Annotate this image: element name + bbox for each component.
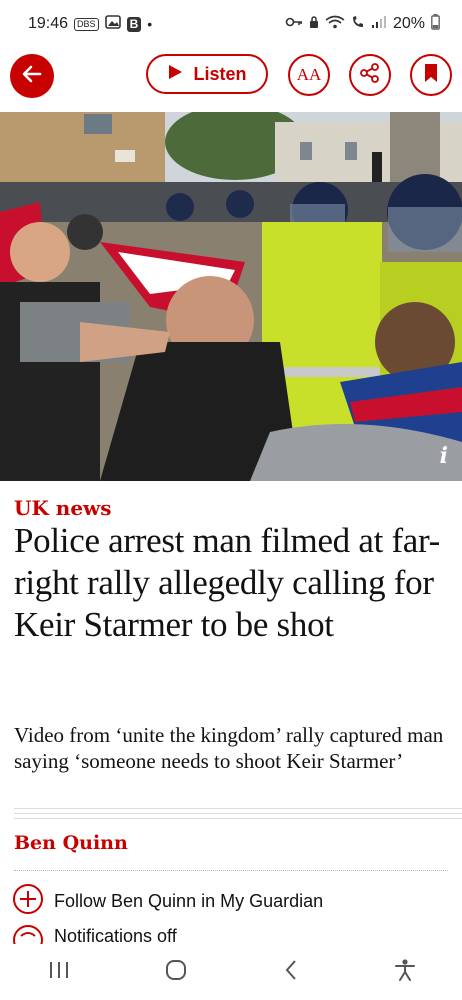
- call-icon: [351, 15, 365, 34]
- author-byline[interactable]: Ben Quinn: [14, 832, 128, 854]
- section-label[interactable]: UK news: [14, 496, 112, 520]
- divider: [14, 808, 462, 809]
- article-standfirst: Video from ‘unite the kingdom’ rally cap…: [14, 723, 444, 773]
- text-size-button[interactable]: AA: [288, 54, 330, 96]
- divider: [14, 818, 462, 819]
- share-button[interactable]: [349, 54, 391, 96]
- status-bar: 19:46 DBS B • 20%: [0, 0, 462, 48]
- accessibility-icon[interactable]: [394, 958, 416, 987]
- app-notification-icon: DBS: [74, 17, 99, 31]
- recent-apps-icon[interactable]: [47, 959, 71, 986]
- hero-image[interactable]: i: [0, 112, 462, 481]
- share-icon: [359, 62, 381, 89]
- bookmark-icon: [424, 63, 438, 88]
- follow-author-button[interactable]: Follow Ben Quinn in My Guardian: [12, 883, 323, 920]
- more-notifications-dot: •: [147, 16, 153, 32]
- home-icon[interactable]: [164, 958, 188, 987]
- notifications-label: Notifications off: [54, 926, 177, 944]
- follow-label: Follow Ben Quinn in My Guardian: [54, 891, 324, 911]
- bookmark-button[interactable]: [410, 54, 452, 96]
- listen-button[interactable]: Listen: [146, 54, 268, 94]
- plus-circle-icon: [12, 883, 44, 920]
- system-navigation-bar: [0, 944, 462, 1000]
- divider: [14, 813, 462, 814]
- gallery-icon: [104, 14, 121, 34]
- notifications-toggle[interactable]: Notifications off: [12, 924, 177, 944]
- signal-icon: [371, 15, 387, 34]
- wifi-icon: [325, 15, 345, 34]
- notification-bell-icon: [12, 924, 44, 944]
- status-left: 19:46 DBS B •: [28, 14, 153, 34]
- status-right: 20%: [285, 13, 440, 35]
- play-icon: [167, 64, 183, 85]
- protest-photo-illustration: [0, 112, 462, 481]
- article-toolbar: Listen AA: [0, 48, 462, 112]
- status-time: 19:46: [28, 15, 69, 32]
- dotted-divider: [14, 870, 448, 871]
- lock-icon: [309, 15, 319, 34]
- key-icon: [285, 15, 303, 33]
- arrow-left-icon: [20, 62, 44, 91]
- text-size-icon: AA: [296, 65, 322, 84]
- system-back-icon[interactable]: [281, 958, 301, 987]
- back-button[interactable]: [10, 54, 54, 98]
- battery-icon: [431, 13, 440, 35]
- listen-label: Listen: [193, 63, 247, 84]
- b-app-icon: B: [126, 16, 142, 32]
- image-info-icon[interactable]: i: [440, 443, 448, 469]
- article-headline: Police arrest man filmed at far-right ra…: [14, 521, 441, 644]
- battery-percent: 20%: [392, 15, 425, 32]
